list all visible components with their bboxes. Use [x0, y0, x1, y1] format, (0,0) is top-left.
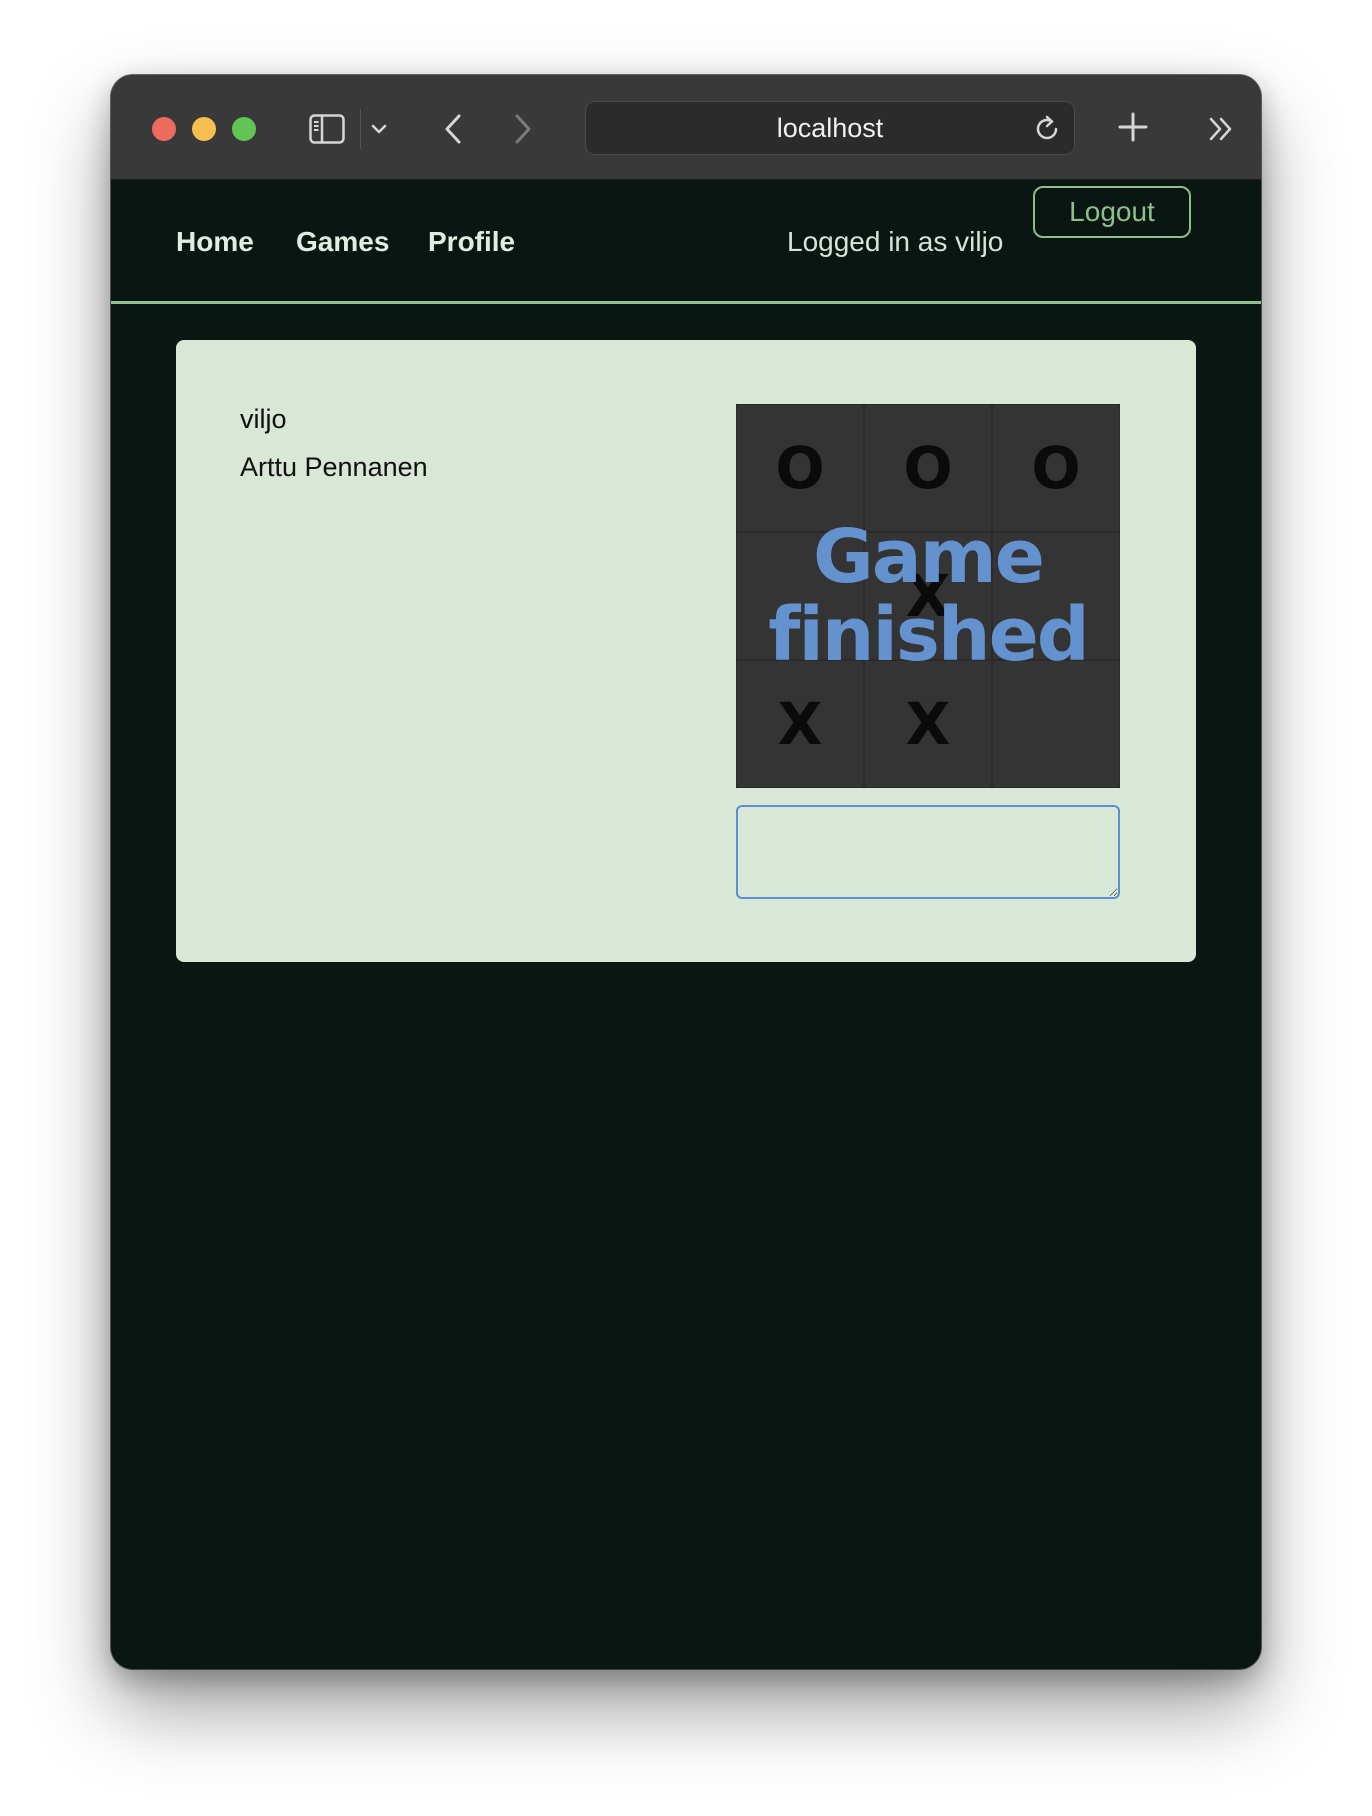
- address-text: localhost: [776, 112, 884, 143]
- game-board-container: O O O X X X Game finished: [736, 404, 1120, 788]
- nav-link-games[interactable]: Games: [296, 180, 389, 304]
- logout-button[interactable]: Logout: [1033, 186, 1191, 238]
- game-board: O O O X X X: [736, 404, 1120, 788]
- plus-icon[interactable]: [1113, 107, 1153, 147]
- board-cell[interactable]: X: [864, 532, 992, 660]
- board-cell[interactable]: O: [992, 404, 1120, 532]
- game-card: viljo Arttu Pennanen O O O X X X Game fi…: [176, 340, 1196, 962]
- forward-arrow-icon[interactable]: [503, 107, 543, 151]
- sidebar-icon[interactable]: [307, 109, 347, 149]
- address-bar[interactable]: localhost: [585, 101, 1075, 155]
- browser-window: localhost Home Games Profile Logged in a…: [111, 75, 1261, 1669]
- back-arrow-icon[interactable]: [433, 107, 473, 151]
- logged-in-status: Logged in as viljo: [787, 226, 1004, 257]
- board-cell[interactable]: O: [736, 404, 864, 532]
- player-name: viljo: [240, 404, 287, 434]
- reload-icon[interactable]: [1031, 111, 1065, 145]
- close-window-button[interactable]: [152, 117, 176, 141]
- board-cell[interactable]: [992, 532, 1120, 660]
- minimize-window-button[interactable]: [192, 117, 216, 141]
- browser-toolbar: localhost: [111, 75, 1261, 180]
- chevron-down-icon[interactable]: [367, 113, 391, 145]
- message-input[interactable]: [736, 805, 1120, 899]
- zoom-window-button[interactable]: [232, 117, 256, 141]
- opponent-name: Arttu Pennanen: [240, 452, 428, 482]
- double-chevron-right-icon[interactable]: [1201, 109, 1241, 149]
- board-cell[interactable]: O: [864, 404, 992, 532]
- board-cell[interactable]: [736, 532, 864, 660]
- nav-link-profile[interactable]: Profile: [428, 180, 515, 304]
- board-cell[interactable]: X: [864, 660, 992, 788]
- toolbar-divider: [360, 109, 361, 149]
- board-cell[interactable]: X: [736, 660, 864, 788]
- nav-link-home[interactable]: Home: [176, 180, 254, 304]
- board-cell[interactable]: [992, 660, 1120, 788]
